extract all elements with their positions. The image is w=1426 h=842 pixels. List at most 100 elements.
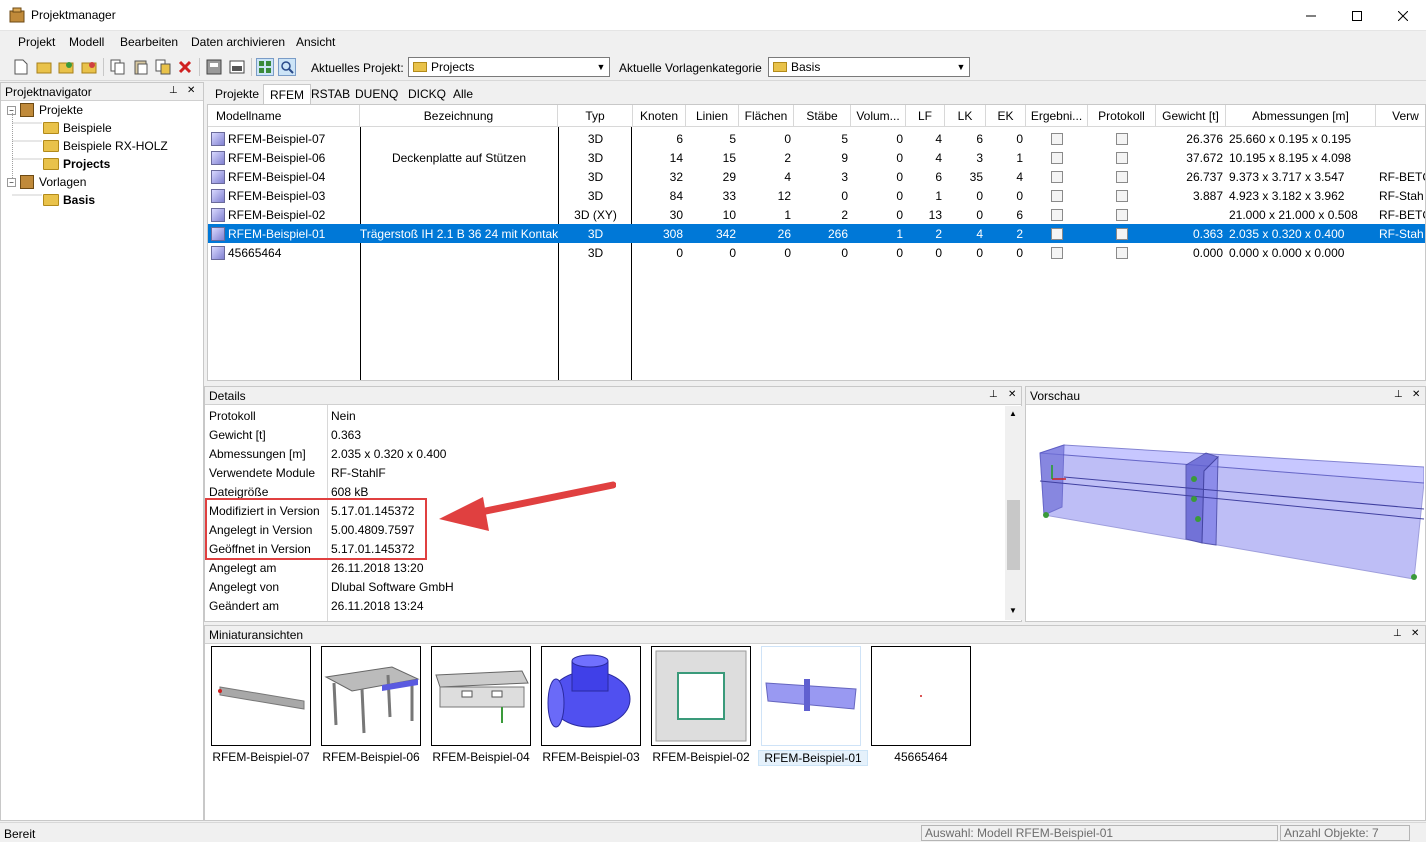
- thumbnail-label[interactable]: RFEM-Beispiel-04: [426, 750, 536, 764]
- delete-icon[interactable]: [176, 58, 194, 76]
- menu-ansicht[interactable]: Ansicht: [296, 35, 335, 49]
- close-icon[interactable]: ✕: [1412, 389, 1420, 400]
- results-checkbox[interactable]: [1026, 148, 1088, 167]
- column-header[interactable]: Linien: [686, 105, 739, 127]
- thumbnail-label[interactable]: RFEM-Beispiel-01: [758, 750, 868, 766]
- tree-item-beispiele[interactable]: Beispiele: [43, 119, 112, 137]
- thumbnail-label[interactable]: RFEM-Beispiel-02: [646, 750, 756, 764]
- archive-icon[interactable]: [205, 58, 223, 76]
- tab-projekte[interactable]: Projekte: [209, 84, 265, 104]
- column-header[interactable]: EK: [986, 105, 1026, 127]
- results-checkbox[interactable]: [1026, 243, 1088, 262]
- scroll-thumb[interactable]: [1007, 500, 1020, 570]
- table-row[interactable]: RFEM-Beispiel-033D843312001003.8874.923 …: [208, 186, 1426, 205]
- close-icon[interactable]: ✕: [1411, 628, 1419, 639]
- table-row[interactable]: 456654643D000000000.0000.000 x 0.000 x 0…: [208, 243, 1426, 262]
- tab-alle[interactable]: Alle: [447, 84, 479, 104]
- details-view-icon[interactable]: [256, 58, 274, 76]
- new-document-icon[interactable]: [12, 58, 30, 76]
- new-folder-icon[interactable]: [35, 58, 53, 76]
- column-header[interactable]: Gewicht [t]: [1156, 105, 1226, 127]
- results-checkbox[interactable]: [1026, 205, 1088, 224]
- thumbnail-45665464[interactable]: [871, 646, 971, 746]
- scroll-up-icon[interactable]: ▲: [1009, 409, 1017, 418]
- plate-model-image: [652, 647, 750, 745]
- menu-bearbeiten[interactable]: Bearbeiten: [120, 35, 178, 49]
- duplicate-icon[interactable]: [154, 58, 172, 76]
- column-header[interactable]: Typ: [558, 105, 633, 127]
- protocol-checkbox[interactable]: [1088, 129, 1156, 148]
- close-icon[interactable]: ✕: [187, 85, 195, 96]
- close-button[interactable]: [1380, 0, 1426, 31]
- thumbnail-rfem-beispiel-04[interactable]: [431, 646, 531, 746]
- table-cell: 29: [686, 167, 739, 186]
- pin-icon[interactable]: ⊥: [1394, 389, 1403, 400]
- table-row[interactable]: RFEM-Beispiel-01Trägerstoß IH 2.1 B 36 2…: [208, 224, 1426, 243]
- thumbnail-label[interactable]: RFEM-Beispiel-06: [316, 750, 426, 764]
- pin-icon[interactable]: ⊥: [1393, 628, 1402, 639]
- checkbox-icon: [1051, 133, 1063, 145]
- protocol-checkbox[interactable]: [1088, 243, 1156, 262]
- details-scrollbar[interactable]: ▲ ▼: [1005, 406, 1022, 620]
- close-icon[interactable]: ✕: [1008, 389, 1016, 400]
- column-header[interactable]: LF: [906, 105, 945, 127]
- minimize-button[interactable]: [1288, 0, 1334, 31]
- column-header[interactable]: Knoten: [633, 105, 686, 127]
- column-header[interactable]: Ergebni...: [1026, 105, 1088, 127]
- protocol-checkbox[interactable]: [1088, 186, 1156, 205]
- menu-projekt[interactable]: Projekt: [18, 35, 55, 49]
- thumbnail-rfem-beispiel-03[interactable]: [541, 646, 641, 746]
- table-row[interactable]: RFEM-Beispiel-043D3229430635426.7379.373…: [208, 167, 1426, 186]
- column-header[interactable]: Modellname: [208, 105, 360, 127]
- protocol-checkbox[interactable]: [1088, 167, 1156, 186]
- column-header[interactable]: Stäbe: [794, 105, 851, 127]
- menu-daten-archivieren[interactable]: Daten archivieren: [191, 35, 285, 49]
- results-checkbox[interactable]: [1026, 186, 1088, 205]
- column-header[interactable]: Volum...: [851, 105, 906, 127]
- pin-icon[interactable]: ⊥: [169, 85, 178, 96]
- results-checkbox[interactable]: [1026, 224, 1088, 243]
- thumbnail-label[interactable]: 45665464: [866, 750, 976, 764]
- thumbnail-rfem-beispiel-07[interactable]: [211, 646, 311, 746]
- current-project-select[interactable]: Projects ▼: [408, 57, 610, 77]
- tab-dickq[interactable]: DICKQ: [402, 84, 452, 104]
- thumbnail-rfem-beispiel-02[interactable]: [651, 646, 751, 746]
- detail-key: Verwendete Module: [209, 466, 327, 480]
- zoom-preview-icon[interactable]: [278, 58, 296, 76]
- protocol-checkbox[interactable]: [1088, 224, 1156, 243]
- column-header[interactable]: Flächen: [739, 105, 794, 127]
- folder-properties-icon[interactable]: [80, 58, 98, 76]
- menu-modell[interactable]: Modell: [69, 35, 104, 49]
- column-header[interactable]: Bezeichnung: [360, 105, 558, 127]
- thumbnail-rfem-beispiel-06[interactable]: [321, 646, 421, 746]
- picture-icon[interactable]: [228, 58, 246, 76]
- thumbnail-label[interactable]: RFEM-Beispiel-03: [536, 750, 646, 764]
- tree-item-projects[interactable]: Projects: [43, 155, 110, 173]
- scroll-down-icon[interactable]: ▼: [1009, 606, 1017, 615]
- column-header[interactable]: LK: [945, 105, 986, 127]
- tab-rfem[interactable]: RFEM: [263, 84, 311, 104]
- table-row[interactable]: RFEM-Beispiel-06Deckenplatte auf Stützen…: [208, 148, 1426, 167]
- protocol-checkbox[interactable]: [1088, 148, 1156, 167]
- thumbnail-rfem-beispiel-01[interactable]: [761, 646, 861, 746]
- column-header[interactable]: Abmessungen [m]: [1226, 105, 1376, 127]
- open-folder-icon[interactable]: [57, 58, 75, 76]
- results-checkbox[interactable]: [1026, 167, 1088, 186]
- paste-icon[interactable]: [132, 58, 150, 76]
- column-header[interactable]: Protokoll: [1088, 105, 1156, 127]
- copy-icon[interactable]: [109, 58, 127, 76]
- table-cell: 0: [739, 243, 794, 262]
- tree-item-basis[interactable]: Basis: [43, 191, 95, 209]
- protocol-checkbox[interactable]: [1088, 205, 1156, 224]
- template-category-select[interactable]: Basis ▼: [768, 57, 970, 77]
- tab-duenq[interactable]: DUENQ: [349, 84, 404, 104]
- maximize-button[interactable]: [1334, 0, 1380, 31]
- table-row[interactable]: RFEM-Beispiel-073D6505046026.37625.660 x…: [208, 129, 1426, 148]
- pin-icon[interactable]: ⊥: [989, 389, 998, 400]
- tree-item-beispiele-rx-holz[interactable]: Beispiele RX-HOLZ: [43, 137, 168, 155]
- thumbnail-label[interactable]: RFEM-Beispiel-07: [206, 750, 316, 764]
- model-name-cell: RFEM-Beispiel-03: [208, 186, 360, 205]
- results-checkbox[interactable]: [1026, 129, 1088, 148]
- table-row[interactable]: RFEM-Beispiel-023D (XY)3010120130621.000…: [208, 205, 1426, 224]
- column-header[interactable]: Verw: [1376, 105, 1426, 127]
